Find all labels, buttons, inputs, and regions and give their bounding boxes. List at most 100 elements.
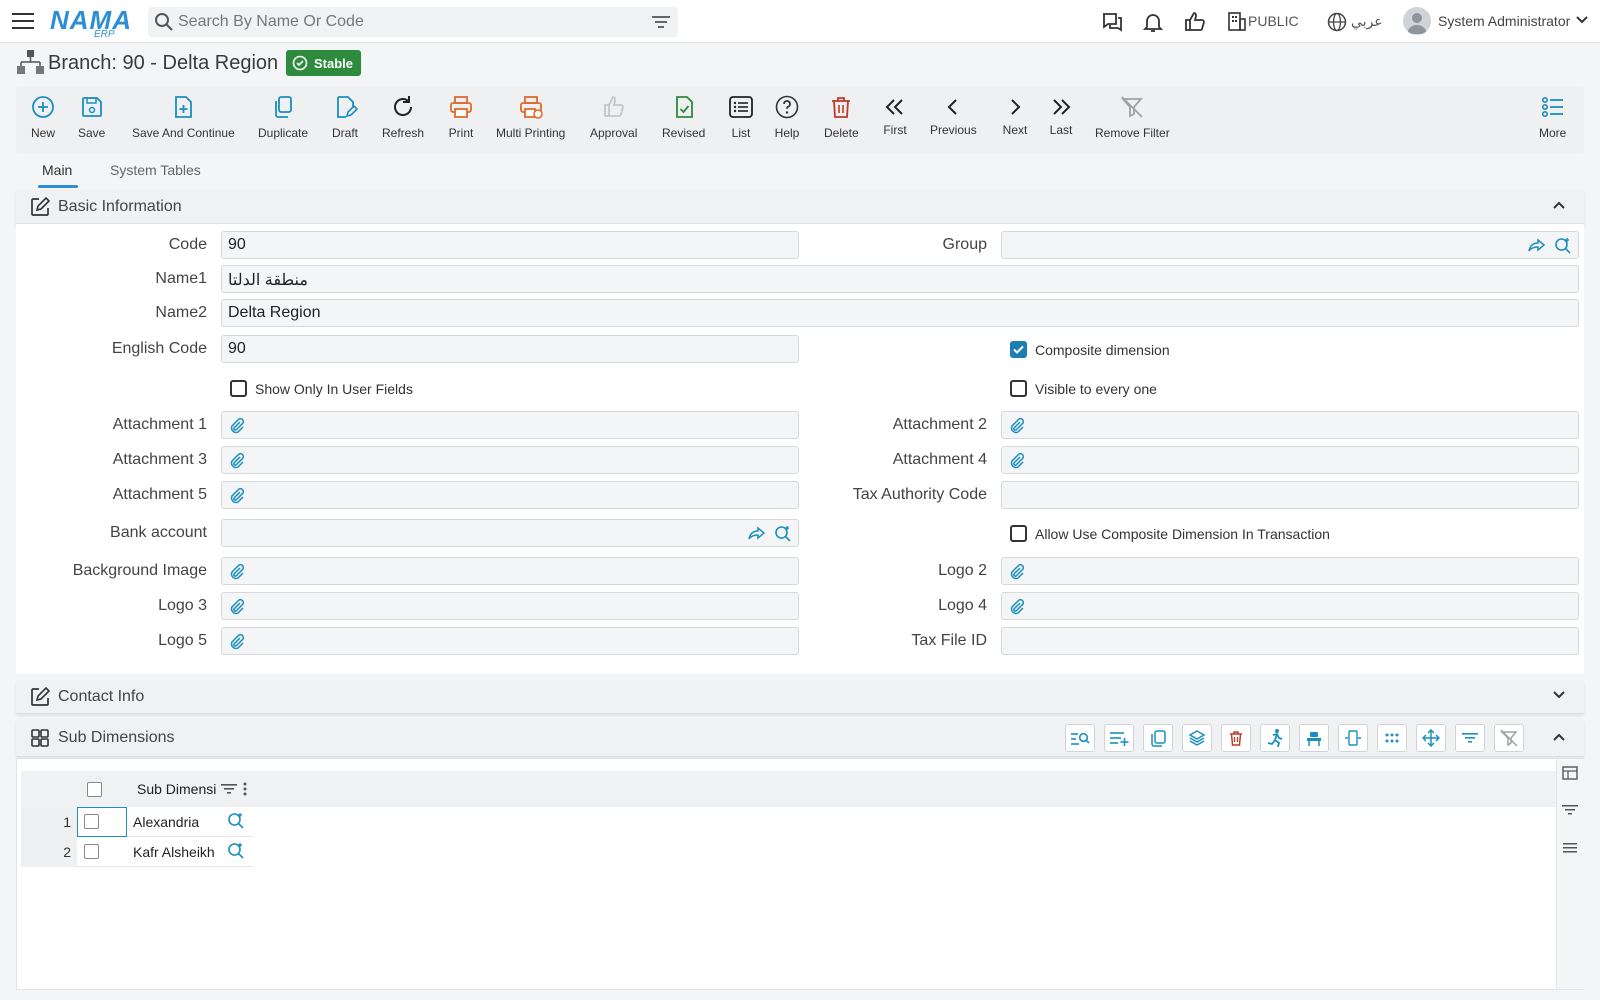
- column-header-sub-dimension[interactable]: Sub Dimensi: [137, 781, 222, 797]
- show-only-user-fields-checkbox[interactable]: [230, 380, 247, 397]
- globe-icon[interactable]: [1326, 11, 1350, 35]
- move-button[interactable]: [1416, 724, 1446, 752]
- search-plus-icon[interactable]: [1554, 237, 1572, 255]
- attachment3-field[interactable]: [221, 446, 799, 474]
- column-menu-icon[interactable]: [242, 781, 248, 797]
- save-and-continue-button[interactable]: Save And Continue: [132, 94, 235, 150]
- row-select-cell[interactable]: [77, 837, 127, 867]
- table-columns-icon[interactable]: [1562, 765, 1578, 781]
- chat-icon[interactable]: [1100, 10, 1124, 34]
- thumbs-up-icon[interactable]: [1183, 10, 1207, 34]
- paperclip-icon[interactable]: [228, 487, 246, 505]
- revised-button[interactable]: Revised: [662, 94, 705, 150]
- search-input[interactable]: [178, 10, 628, 34]
- search-plus-icon[interactable]: [774, 525, 792, 543]
- attachment2-field[interactable]: [1001, 411, 1579, 439]
- row-checkbox[interactable]: [84, 814, 99, 829]
- side-menu-icon[interactable]: [1562, 841, 1578, 855]
- table-row[interactable]: 2 Kafr Alsheikh: [21, 837, 253, 867]
- composite-dimension-checkbox[interactable]: [1010, 341, 1027, 358]
- attachment5-field[interactable]: [221, 481, 799, 509]
- visible-everyone-checkbox[interactable]: [1010, 380, 1027, 397]
- group-field[interactable]: [1001, 231, 1579, 259]
- code-field[interactable]: 90: [221, 231, 799, 259]
- add-row-button[interactable]: [1104, 724, 1134, 752]
- grid-remove-filter-button[interactable]: [1494, 724, 1524, 752]
- paperclip-icon[interactable]: [228, 598, 246, 616]
- delete-button[interactable]: Delete: [824, 94, 859, 150]
- paperclip-icon[interactable]: [1008, 598, 1026, 616]
- run-button[interactable]: [1260, 724, 1290, 752]
- search-plus-icon[interactable]: [227, 842, 245, 860]
- paperclip-icon[interactable]: [228, 633, 246, 651]
- row-checkbox[interactable]: [84, 844, 99, 859]
- name1-field[interactable]: منطقة الدلتا: [221, 265, 1579, 293]
- user-name[interactable]: System Administrator: [1438, 13, 1570, 29]
- row-select-cell[interactable]: [77, 807, 127, 837]
- paperclip-icon[interactable]: [228, 417, 246, 435]
- company-label[interactable]: PUBLIC: [1248, 13, 1299, 29]
- bell-icon[interactable]: [1141, 10, 1165, 34]
- user-avatar[interactable]: [1403, 7, 1431, 35]
- sub-dimension-name[interactable]: Alexandria: [133, 814, 199, 830]
- background-image-field[interactable]: [221, 557, 799, 585]
- tab-main[interactable]: Main: [42, 162, 72, 178]
- multi-printing-button[interactable]: Multi Printing: [496, 94, 565, 150]
- name2-field[interactable]: Delta Region: [221, 299, 1579, 327]
- filter-icon[interactable]: [652, 14, 670, 30]
- grid-filter-button[interactable]: [1455, 724, 1485, 752]
- tax-file-id-field[interactable]: [1001, 627, 1579, 655]
- duplicate-button[interactable]: Duplicate: [258, 94, 308, 150]
- chevron-up-icon[interactable]: [1552, 732, 1566, 742]
- grid-search-button[interactable]: [1065, 724, 1095, 752]
- attachment1-field[interactable]: [221, 411, 799, 439]
- logo5-field[interactable]: [221, 627, 799, 655]
- table-row[interactable]: 1 Alexandria: [21, 807, 253, 837]
- paperclip-icon[interactable]: [228, 563, 246, 581]
- share-arrow-icon[interactable]: [748, 525, 766, 541]
- layers-button[interactable]: [1182, 724, 1212, 752]
- help-button[interactable]: Help: [774, 94, 800, 150]
- print-button[interactable]: Print: [448, 94, 474, 150]
- contact-info-header[interactable]: Contact Info: [16, 680, 1584, 714]
- search-plus-icon[interactable]: [227, 812, 245, 830]
- share-arrow-icon[interactable]: [1528, 237, 1546, 253]
- chevron-down-icon[interactable]: [1552, 690, 1566, 700]
- logo2-field[interactable]: [1001, 557, 1579, 585]
- language-switch[interactable]: عربي: [1351, 13, 1383, 30]
- allow-composite-checkbox[interactable]: [1010, 525, 1027, 542]
- bank-account-field[interactable]: [221, 519, 799, 547]
- desk-button[interactable]: [1299, 724, 1329, 752]
- column-filter-icon[interactable]: [221, 782, 237, 796]
- fit-width-button[interactable]: [1338, 724, 1368, 752]
- new-button[interactable]: New: [30, 94, 56, 150]
- tab-system-tables[interactable]: System Tables: [110, 162, 201, 178]
- list-button[interactable]: List: [728, 94, 754, 150]
- paperclip-icon[interactable]: [1008, 452, 1026, 470]
- select-all-checkbox[interactable]: [87, 782, 102, 797]
- more-button[interactable]: More: [1539, 94, 1566, 150]
- chevron-up-icon[interactable]: [1552, 200, 1566, 210]
- attachment4-field[interactable]: [1001, 446, 1579, 474]
- next-record-button[interactable]: Next: [1002, 94, 1028, 150]
- paperclip-icon[interactable]: [1008, 563, 1026, 581]
- hamburger-menu-icon[interactable]: [12, 11, 34, 31]
- sub-dimension-name[interactable]: Kafr Alsheikh: [133, 844, 215, 860]
- side-filter-icon[interactable]: [1562, 803, 1578, 817]
- logo4-field[interactable]: [1001, 592, 1579, 620]
- approval-button[interactable]: Approval: [590, 94, 637, 150]
- previous-record-button[interactable]: Previous: [930, 94, 977, 150]
- grid-dots-button[interactable]: [1377, 724, 1407, 752]
- english-code-field[interactable]: 90: [221, 335, 799, 363]
- paperclip-icon[interactable]: [1008, 417, 1026, 435]
- chevron-down-icon[interactable]: [1575, 15, 1589, 25]
- save-button[interactable]: Save: [78, 94, 105, 150]
- tax-authority-code-field[interactable]: [1001, 481, 1579, 509]
- last-record-button[interactable]: Last: [1048, 94, 1074, 150]
- paperclip-icon[interactable]: [228, 452, 246, 470]
- remove-filter-button[interactable]: Remove Filter: [1095, 94, 1170, 150]
- first-record-button[interactable]: First: [882, 94, 908, 150]
- logo3-field[interactable]: [221, 592, 799, 620]
- refresh-button[interactable]: Refresh: [382, 94, 424, 150]
- draft-button[interactable]: Draft: [332, 94, 358, 150]
